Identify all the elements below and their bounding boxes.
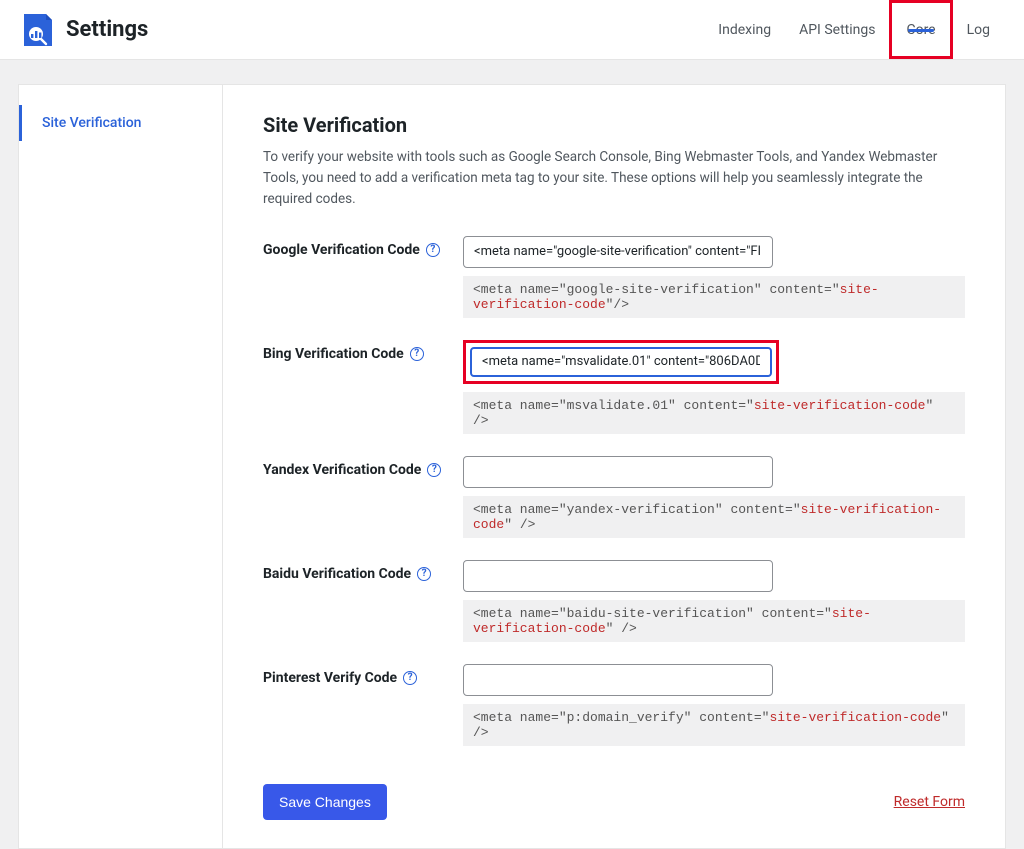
reset-form-link[interactable]: Reset Form bbox=[894, 794, 965, 810]
hint-suffix: "/> bbox=[606, 297, 629, 312]
settings-card: Site Verification Site Verification To v… bbox=[18, 84, 1006, 849]
field-baidu: Baidu Verification Code ? <meta name="ba… bbox=[263, 560, 965, 642]
field-bing: Bing Verification Code ? <meta name="msv… bbox=[263, 340, 965, 434]
google-verification-input[interactable] bbox=[463, 236, 773, 268]
field-google: Google Verification Code ? <meta name="g… bbox=[263, 236, 965, 318]
bing-verification-input[interactable] bbox=[470, 347, 772, 377]
label-pinterest-text: Pinterest Verify Code bbox=[263, 670, 397, 686]
app-logo-icon bbox=[20, 12, 56, 48]
tab-core[interactable]: Core bbox=[906, 22, 935, 38]
tab-indexing[interactable]: Indexing bbox=[704, 0, 785, 59]
hint-suffix: " /> bbox=[606, 621, 637, 636]
hint-code: site-verification-code bbox=[769, 710, 941, 725]
sidebar: Site Verification bbox=[19, 85, 223, 848]
field-yandex: Yandex Verification Code ? <meta name="y… bbox=[263, 456, 965, 538]
pinterest-verification-input[interactable] bbox=[463, 664, 773, 696]
topbar: Settings Indexing API Settings Core Log bbox=[0, 0, 1024, 60]
help-icon[interactable]: ? bbox=[403, 671, 417, 685]
help-icon[interactable]: ? bbox=[427, 463, 441, 477]
hint-suffix: " /> bbox=[504, 517, 535, 532]
tab-core-highlight: Core bbox=[889, 0, 952, 59]
label-baidu-text: Baidu Verification Code bbox=[263, 566, 411, 582]
label-google: Google Verification Code ? bbox=[263, 236, 463, 258]
hint-prefix: <meta name="p:domain_verify" content=" bbox=[473, 710, 769, 725]
hint-prefix: <meta name="msvalidate.01" content=" bbox=[473, 398, 754, 413]
page-title: Settings bbox=[66, 17, 148, 42]
hint-prefix: <meta name="google-site-verification" co… bbox=[473, 282, 840, 297]
section-title: Site Verification bbox=[263, 113, 965, 137]
yandex-hint: <meta name="yandex-verification" content… bbox=[463, 496, 965, 538]
label-baidu: Baidu Verification Code ? bbox=[263, 560, 463, 582]
section-description: To verify your website with tools such a… bbox=[263, 147, 965, 210]
label-google-text: Google Verification Code bbox=[263, 242, 420, 258]
hint-prefix: <meta name="yandex-verification" content… bbox=[473, 502, 801, 517]
form-footer: Save Changes Reset Form bbox=[263, 784, 965, 820]
tab-log[interactable]: Log bbox=[953, 0, 1004, 59]
label-yandex-text: Yandex Verification Code bbox=[263, 462, 421, 478]
field-pinterest: Pinterest Verify Code ? <meta name="p:do… bbox=[263, 664, 965, 746]
google-hint: <meta name="google-site-verification" co… bbox=[463, 276, 965, 318]
hint-prefix: <meta name="baidu-site-verification" con… bbox=[473, 606, 832, 621]
bing-input-highlight bbox=[463, 340, 779, 384]
tab-api-settings[interactable]: API Settings bbox=[785, 0, 889, 59]
label-bing: Bing Verification Code ? bbox=[263, 340, 463, 362]
save-button[interactable]: Save Changes bbox=[263, 784, 387, 820]
label-bing-text: Bing Verification Code bbox=[263, 346, 404, 362]
bing-hint: <meta name="msvalidate.01" content="site… bbox=[463, 392, 965, 434]
pinterest-hint: <meta name="p:domain_verify" content="si… bbox=[463, 704, 965, 746]
baidu-hint: <meta name="baidu-site-verification" con… bbox=[463, 600, 965, 642]
yandex-verification-input[interactable] bbox=[463, 456, 773, 488]
label-yandex: Yandex Verification Code ? bbox=[263, 456, 463, 478]
content-area: Site Verification To verify your website… bbox=[223, 85, 1005, 848]
header-tabs: Indexing API Settings Core Log bbox=[704, 0, 1004, 59]
sidebar-item-site-verification[interactable]: Site Verification bbox=[19, 105, 222, 141]
baidu-verification-input[interactable] bbox=[463, 560, 773, 592]
help-icon[interactable]: ? bbox=[426, 243, 440, 257]
logo: Settings bbox=[20, 12, 148, 48]
hint-code: site-verification-code bbox=[754, 398, 926, 413]
help-icon[interactable]: ? bbox=[417, 567, 431, 581]
label-pinterest: Pinterest Verify Code ? bbox=[263, 664, 463, 686]
help-icon[interactable]: ? bbox=[410, 347, 424, 361]
